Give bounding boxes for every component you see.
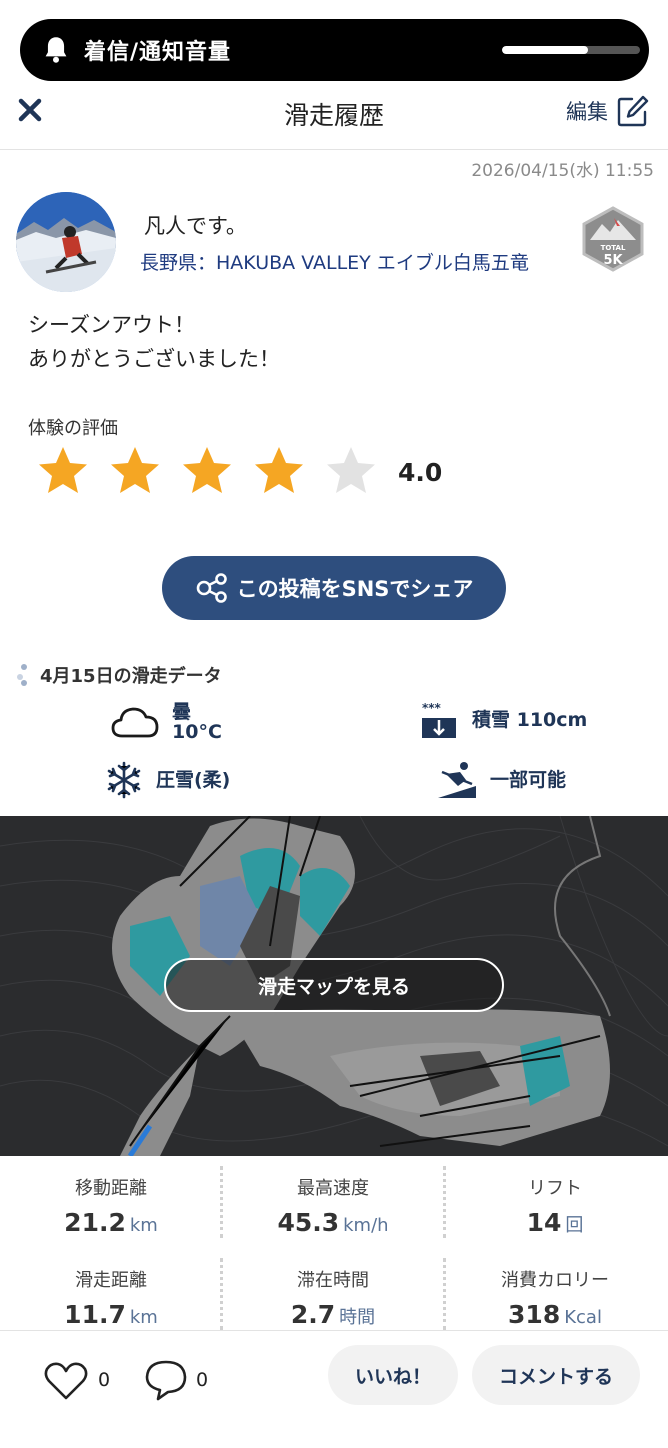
stat-value: 21.2 [64, 1208, 126, 1237]
share-sns-button[interactable]: この投稿をSNSでシェア [162, 556, 506, 620]
stat-unit: 時間 [339, 1307, 376, 1328]
stat-unit: Kcal [564, 1307, 602, 1328]
star-filled-icon [111, 447, 159, 493]
post-timestamp: 2026/04/15(水) 11:55 [471, 161, 654, 181]
avatar[interactable] [16, 192, 116, 292]
stat-unit: 回 [565, 1215, 584, 1236]
stat-label: 最高速度 [297, 1178, 369, 1199]
stat-unit: km [129, 1215, 158, 1236]
rating-value: 4.0 [398, 458, 443, 487]
rating-stars [36, 444, 378, 498]
volume-hud: 着信/通知音量 [20, 19, 649, 81]
comment-icon[interactable] [144, 1359, 188, 1401]
snowflake-icon [107, 761, 141, 799]
volume-bar [502, 46, 640, 54]
share-icon [196, 573, 227, 603]
like-count: 0 [98, 1369, 111, 1391]
skier-icon [438, 762, 476, 798]
edit-label: 編集 [566, 100, 608, 124]
volume-bar-fill [502, 46, 588, 54]
stat-label: リフト [528, 1178, 582, 1199]
stat-calories: 消費カロリー 318 Kcal [444, 1266, 666, 1329]
like-button[interactable]: いいね！ [328, 1345, 458, 1405]
edit-icon [617, 95, 649, 127]
dots-icon [17, 664, 27, 686]
ski-map[interactable]: 滑走マップを見る [0, 816, 668, 1156]
heart-icon[interactable] [44, 1361, 88, 1401]
view-map-button[interactable]: 滑走マップを見る [164, 958, 504, 1012]
user-name[interactable]: 凡人です。 [144, 210, 247, 240]
snow-quality: 圧雪(柔) [104, 760, 230, 800]
snow-depth-value: 積雪 110cm [472, 709, 588, 731]
stat-value: 14 [526, 1208, 562, 1237]
stat-travel-distance: 移動距離 21.2 km [0, 1174, 222, 1237]
footer-bar: 0 0 いいね！ コメントする [0, 1330, 668, 1448]
stat-lift-count: リフト 14 回 [444, 1174, 666, 1237]
rating-label: 体験の評価 [28, 418, 118, 439]
stat-label: 滑走距離 [75, 1270, 147, 1291]
stat-value: 45.3 [277, 1208, 340, 1237]
course-status: 一部可能 [436, 760, 566, 800]
star-filled-icon [255, 447, 303, 493]
svg-text:***: *** [422, 701, 442, 715]
star-filled-icon [183, 447, 231, 493]
stat-value: 318 [508, 1300, 561, 1329]
stat-value: 11.7 [64, 1300, 126, 1329]
stat-top-speed: 最高速度 45.3 km/h [222, 1174, 444, 1237]
stat-label: 滞在時間 [297, 1270, 369, 1291]
post-body: シーズンアウト！ ありがとうございました！ [28, 313, 280, 371]
snow-depth: *** 積雪 110cm [420, 700, 587, 740]
stat-unit: km [129, 1307, 158, 1328]
stat-ski-distance: 滑走距離 11.7 km [0, 1266, 222, 1329]
stat-unit: km/h [343, 1215, 389, 1236]
temperature-value: 10°C [172, 721, 222, 743]
weather-label: 曇 [172, 701, 192, 723]
location-link[interactable]: 長野県：HAKUBA VALLEY エイブル白馬五竜 [140, 248, 529, 275]
hud-label: 着信/通知音量 [84, 40, 232, 65]
snow-quality-value: 圧雪(柔) [156, 769, 231, 791]
ski-data-title: 4月15日の滑走データ [40, 666, 222, 687]
bell-icon [45, 37, 67, 63]
comment-count: 0 [196, 1369, 209, 1391]
weather-condition: 曇 10°C [110, 702, 222, 742]
stats-panel: 移動距離 21.2 km 最高速度 45.3 km/h リフト 14 回 滑走距離 1… [0, 1156, 668, 1330]
stat-stay-time: 滞在時間 2.7 時間 [222, 1266, 444, 1329]
badge-caption: TOTAL [601, 244, 626, 252]
cloud-icon [111, 707, 159, 738]
ski-data-header: 4月15日の滑走データ [16, 662, 222, 688]
course-status-value: 一部可能 [490, 769, 567, 791]
share-label: この投稿をSNSでシェア [236, 577, 474, 601]
total-badge-icon: TOTAL 5K [582, 206, 644, 272]
star-filled-icon [39, 447, 87, 493]
stat-label: 消費カロリー [501, 1270, 609, 1291]
star-empty-icon [327, 447, 375, 493]
stat-label: 移動距離 [75, 1178, 147, 1199]
snow-depth-icon: *** [422, 701, 456, 738]
header: 滑走履歴 編集 [0, 82, 668, 150]
badge-value: 5K [603, 253, 623, 268]
stat-value: 2.7 [290, 1300, 336, 1329]
comment-button[interactable]: コメントする [472, 1345, 640, 1405]
edit-button[interactable]: 編集 [566, 94, 650, 128]
